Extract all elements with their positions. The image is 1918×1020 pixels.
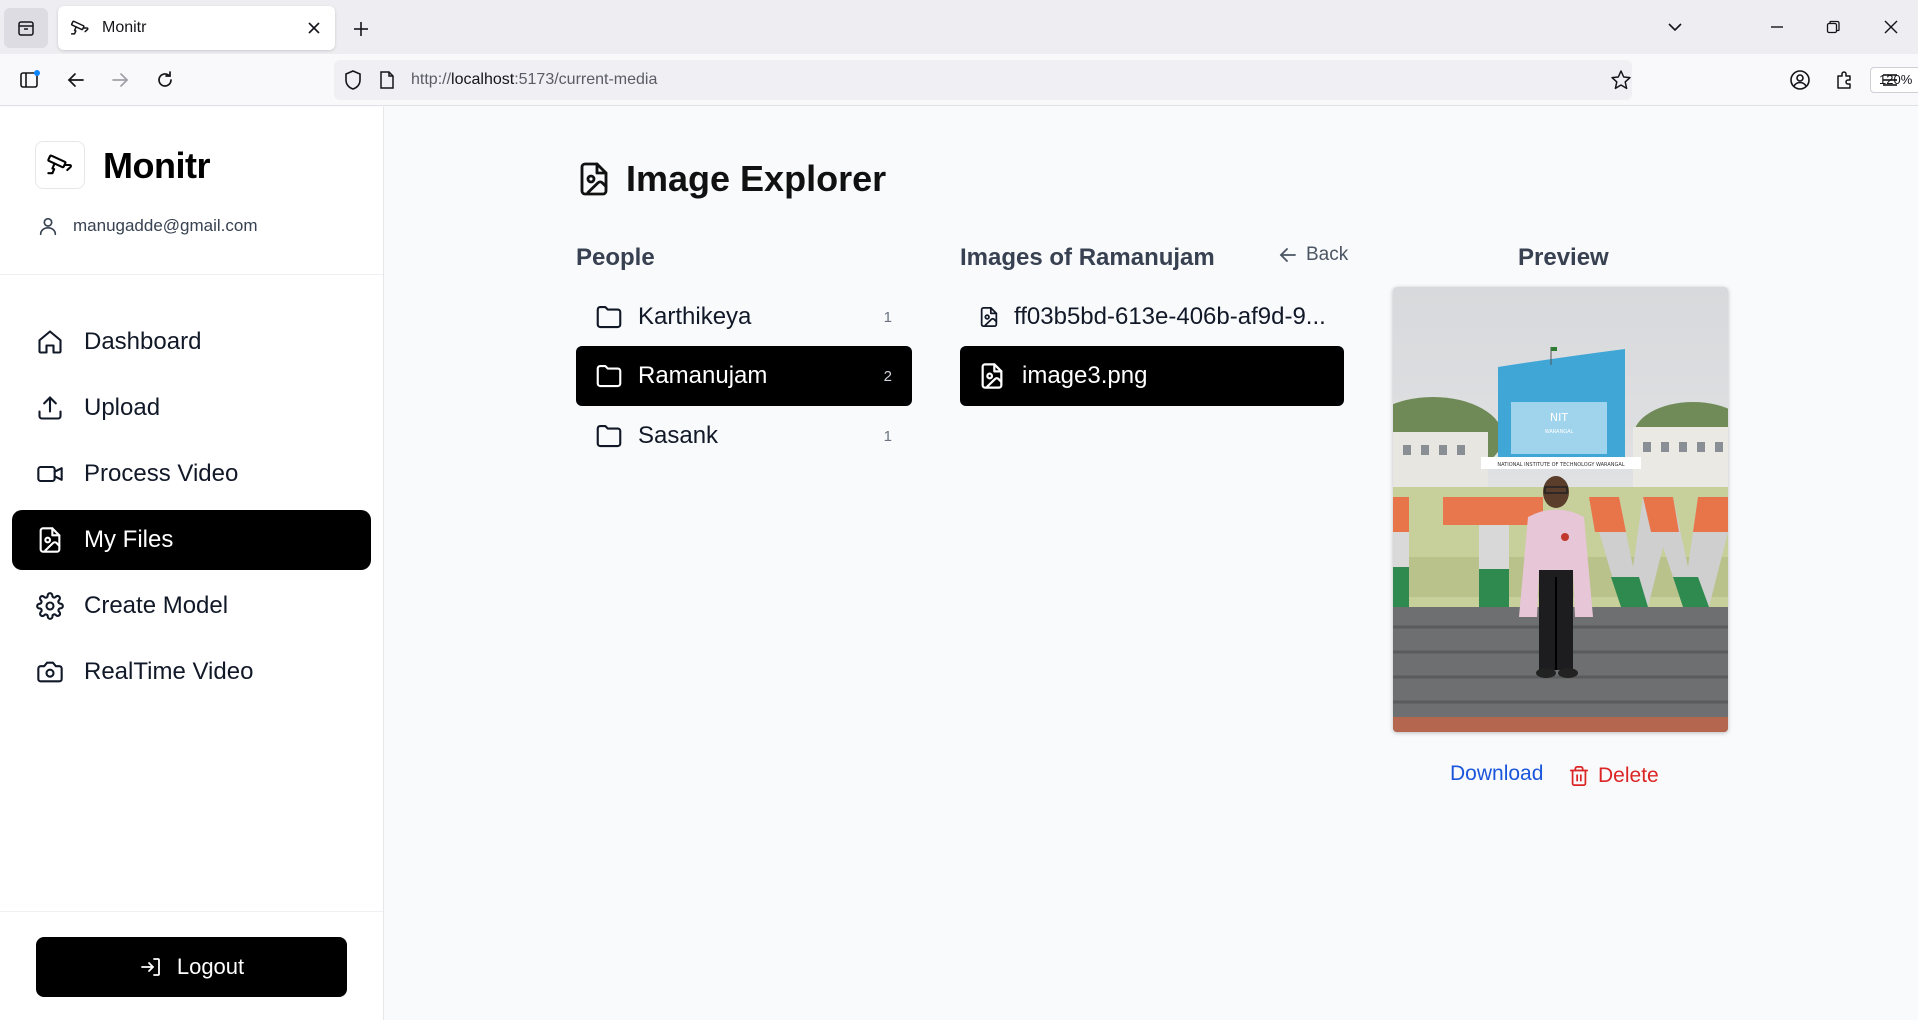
- tab-overflow-chevron-icon[interactable]: [1660, 12, 1690, 42]
- sidebar-item-process-video[interactable]: Process Video: [12, 444, 371, 504]
- logout-icon: [140, 958, 160, 976]
- folder-name: Karthikeya: [638, 303, 752, 330]
- sidebar-item-label: Dashboard: [84, 328, 202, 355]
- video-icon: [37, 465, 63, 483]
- preview-sign-text: NIT: [1550, 411, 1568, 424]
- trash-icon: [1569, 765, 1589, 787]
- page-icon: [378, 70, 396, 95]
- back-link[interactable]: Back: [1278, 244, 1348, 266]
- people-header: People: [576, 244, 655, 271]
- image-name: ff03b5bd-613e-406b-af9d-9...: [1014, 303, 1326, 330]
- url-bar[interactable]: http://localhost:5173/current-media 120%: [334, 60, 1918, 100]
- image-row-selected[interactable]: image3.png: [960, 346, 1344, 406]
- sidebar-item-dashboard[interactable]: Dashboard: [12, 312, 371, 372]
- folder-row-sasank[interactable]: Sasank 1: [576, 406, 912, 466]
- preview-banner-text: NATIONAL INSTITUTE OF TECHNOLOGY WARANGA…: [1497, 462, 1624, 468]
- logout-button[interactable]: Logout: [36, 937, 347, 997]
- camera-icon: [37, 661, 63, 683]
- close-tab-icon[interactable]: [303, 17, 325, 39]
- cctv-icon: [70, 17, 92, 39]
- folder-count: 1: [883, 308, 892, 326]
- back-label: Back: [1306, 244, 1349, 265]
- folder-icon: [596, 305, 622, 329]
- browser-tab-bar: Monitr: [0, 0, 1918, 54]
- sidebar-item-label: RealTime Video: [84, 658, 254, 685]
- url-text[interactable]: http://localhost:5173/current-media: [411, 71, 657, 89]
- file-image-icon: [980, 306, 998, 328]
- home-icon: [38, 330, 62, 354]
- preview-header: Preview: [1518, 244, 1609, 271]
- logout-label: Logout: [176, 954, 245, 979]
- browser-nav-bar: http://localhost:5173/current-media 120%: [0, 54, 1918, 106]
- app-logo: [35, 141, 85, 189]
- divider: [0, 274, 383, 275]
- preview-image[interactable]: NIT WARANGAL NATIONAL INSTITUTE OF TECHN…: [1393, 287, 1728, 732]
- user-info: manugadde@gmail.com: [37, 215, 258, 237]
- page-title: Image Explorer: [626, 158, 887, 199]
- sidebar-item-my-files[interactable]: My Files: [12, 510, 371, 570]
- sidebar-item-realtime-video[interactable]: RealTime Video: [12, 642, 371, 702]
- image-row[interactable]: ff03b5bd-613e-406b-af9d-9...: [960, 287, 1344, 347]
- restore-icon[interactable]: [1818, 12, 1848, 42]
- file-image-icon: [580, 162, 608, 196]
- sidebar: Monitr manugadde@gmail.com Dashboard Upl…: [0, 107, 384, 1020]
- sidebar-item-label: Process Video: [84, 460, 239, 487]
- account-icon[interactable]: [1784, 64, 1816, 96]
- tab-title: Monitr: [102, 19, 147, 36]
- sidebar-item-label: Upload: [84, 394, 161, 421]
- folder-name: Sasank: [638, 422, 719, 449]
- folder-name: Ramanujam: [638, 362, 768, 389]
- folder-count: 1: [883, 427, 892, 445]
- sidebar-toggle-icon[interactable]: [14, 64, 46, 96]
- image-name: image3.png: [1022, 362, 1148, 389]
- user-email: manugadde@gmail.com: [73, 216, 258, 235]
- gear-icon: [36, 592, 64, 620]
- file-image-icon: [39, 527, 61, 553]
- forward-arrow-icon[interactable]: [104, 64, 136, 96]
- delete-button[interactable]: Delete: [1568, 764, 1659, 788]
- cctv-icon: [47, 154, 72, 175]
- browser-tab[interactable]: Monitr: [58, 6, 335, 50]
- divider: [0, 911, 383, 912]
- images-header: Images of Ramanujam: [960, 244, 1215, 271]
- sidebar-item-label: My Files: [84, 526, 174, 553]
- folder-icon: [596, 424, 622, 448]
- file-image-icon: [981, 363, 1003, 389]
- back-arrow-icon[interactable]: [60, 64, 92, 96]
- upload-icon: [38, 396, 62, 420]
- sidebar-item-upload[interactable]: Upload: [12, 378, 371, 438]
- window-close-icon[interactable]: [1876, 12, 1906, 42]
- app-name: Monitr: [103, 145, 210, 186]
- sidebar-item-create-model[interactable]: Create Model: [12, 576, 371, 636]
- shield-icon[interactable]: [342, 69, 364, 96]
- bookmark-star-icon[interactable]: [1610, 69, 1632, 96]
- tab-list-icon: [18, 21, 34, 36]
- sidebar-item-label: Create Model: [84, 592, 229, 619]
- preview-sign-sub: WARANGAL: [1545, 429, 1574, 435]
- folder-icon: [596, 364, 622, 388]
- download-link[interactable]: Download: [1450, 762, 1543, 786]
- arrow-left-icon: [1279, 248, 1296, 262]
- delete-label: Delete: [1598, 764, 1659, 787]
- new-tab-plus-icon[interactable]: [346, 14, 376, 44]
- folder-row-karthikeya[interactable]: Karthikeya 1: [576, 287, 912, 347]
- minimize-icon[interactable]: [1762, 12, 1792, 42]
- tab-list-button[interactable]: [4, 8, 48, 48]
- reload-icon[interactable]: [149, 64, 181, 96]
- folder-row-ramanujam[interactable]: Ramanujam 2: [576, 346, 912, 406]
- extensions-icon[interactable]: [1829, 64, 1861, 96]
- page-header: Image Explorer: [576, 158, 886, 200]
- user-icon: [39, 217, 57, 236]
- folder-count: 2: [883, 367, 892, 385]
- menu-hamburger-icon[interactable]: [1874, 64, 1906, 96]
